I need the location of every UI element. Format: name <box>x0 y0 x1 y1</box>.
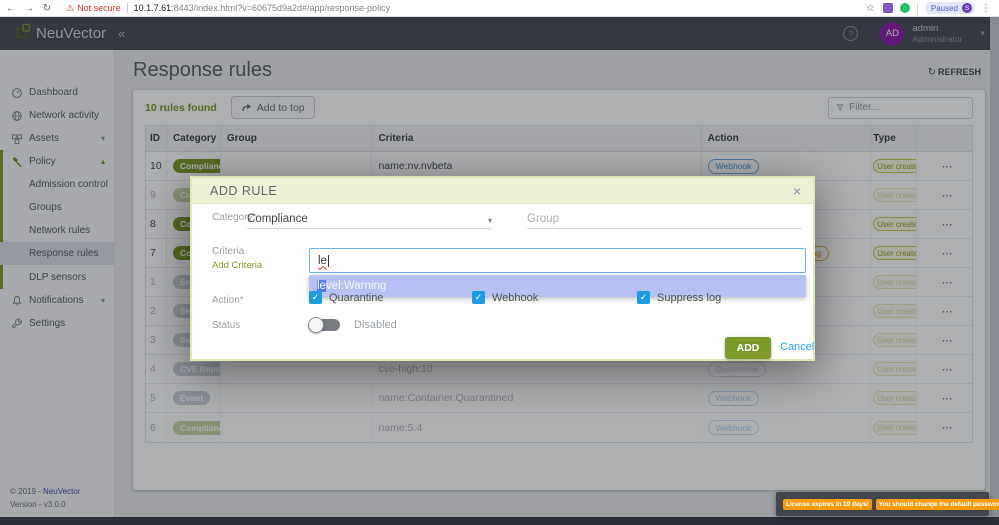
action-label: Action* <box>212 295 244 306</box>
browser-controls: ☆ Paused S ⋮ <box>866 2 995 14</box>
modal-header: ADD RULE × <box>192 178 813 204</box>
extension-icon[interactable] <box>899 3 910 13</box>
profile-avatar: S <box>962 3 972 13</box>
select-caret-icon: ▾ <box>487 216 492 225</box>
category-select[interactable]: Compliance ▾ <box>247 207 492 229</box>
divider <box>916 2 918 14</box>
paused-label: Paused <box>930 3 958 13</box>
add-criteria-link[interactable]: Add Criteria <box>212 260 262 271</box>
checkbox-suppress-log[interactable]: ✓ Suppress log <box>637 291 721 304</box>
group-placeholder: Group <box>527 213 559 225</box>
screen: ← → ↻ ⚠ Not secure 10.1.7.61 :8443/index… <box>0 0 999 525</box>
criteria-typed-text: le <box>318 254 329 267</box>
url-divider <box>126 3 128 13</box>
browser-menu-icon[interactable]: ⋮ <box>981 3 991 14</box>
not-secure-warning-icon: ⚠ <box>66 2 75 13</box>
checkbox-label: Quarantine <box>329 291 384 304</box>
cancel-button[interactable]: Cancel <box>780 341 814 353</box>
address-bar[interactable]: ⚠ Not secure 10.1.7.61 :8443/index.html?… <box>66 3 866 14</box>
modal-title: ADD RULE <box>210 183 278 198</box>
toggle-knob <box>308 316 324 333</box>
paused-badge[interactable]: Paused S <box>924 2 975 14</box>
browser-chrome: ← → ↻ ⚠ Not secure 10.1.7.61 :8443/index… <box>0 0 999 17</box>
browser-forward-icon[interactable]: → <box>22 3 36 14</box>
status-toggle[interactable] <box>308 316 340 333</box>
criteria-suggestion-option[interactable]: le vel:Warning <box>309 275 806 297</box>
checkbox-checked-icon: ✓ <box>637 291 650 304</box>
url-host: 10.1.7.61 <box>133 3 172 13</box>
add-button[interactable]: ADD <box>725 337 771 359</box>
checkbox-webhook[interactable]: ✓ Webhook <box>472 291 538 304</box>
notification-toast: License expires in 19 days! You should c… <box>776 492 999 516</box>
bookmark-star-icon[interactable]: ☆ <box>866 3 875 14</box>
extension-icon[interactable] <box>882 3 893 13</box>
password-warning-badge: You should change the default password! <box>875 498 999 510</box>
browser-back-icon[interactable]: ← <box>4 3 18 14</box>
status-label: Status <box>212 320 241 331</box>
add-rule-modal: ADD RULE × Category* Compliance ▾ Group … <box>190 176 815 361</box>
group-field[interactable]: Group <box>527 207 802 229</box>
category-value: Compliance <box>247 213 308 225</box>
license-warning-badge: License expires in 19 days! <box>783 498 872 510</box>
checkbox-quarantine[interactable]: ✓ Quarantine <box>309 291 383 304</box>
checkbox-checked-icon: ✓ <box>472 291 485 304</box>
checkbox-label: Webhook <box>492 291 539 304</box>
close-icon[interactable]: × <box>793 184 801 198</box>
checkbox-checked-icon: ✓ <box>309 291 322 304</box>
criteria-input[interactable]: le <box>309 248 806 273</box>
url-path: :8443/index.html?v=60675d9a2d#/app/respo… <box>171 3 391 13</box>
criteria-label: Criteria <box>212 246 245 257</box>
not-secure-label: Not secure <box>77 3 121 13</box>
browser-reload-icon[interactable]: ↻ <box>40 3 54 14</box>
checkbox-label: Suppress log <box>657 291 722 304</box>
status-value: Disabled <box>354 319 397 331</box>
